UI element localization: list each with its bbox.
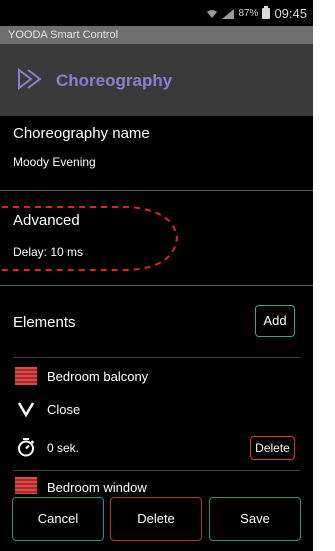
save-button[interactable]: Save: [209, 497, 301, 541]
choreography-name-value[interactable]: Moody Evening: [13, 155, 96, 169]
cancel-button[interactable]: Cancel: [12, 497, 104, 541]
delete-element-button[interactable]: Delete: [250, 436, 295, 460]
page-title: Choreography: [56, 71, 173, 90]
timer-icon: [18, 438, 35, 457]
advanced-label[interactable]: Advanced: [13, 212, 80, 229]
signal-icon: [222, 8, 235, 19]
status-time: 09:45: [274, 6, 307, 21]
app-name-bar: YOODA Smart Control: [0, 26, 313, 44]
add-element-button[interactable]: Add: [255, 305, 295, 337]
element-name[interactable]: Bedroom balcony: [47, 369, 148, 384]
divider: [0, 190, 313, 191]
wifi-icon: [207, 9, 218, 18]
blind-icon: [15, 477, 37, 495]
element-name[interactable]: Bedroom window: [47, 480, 147, 495]
element-delay[interactable]: 0 sek.: [47, 441, 79, 455]
element-action[interactable]: Close: [47, 402, 80, 417]
choreography-icon: [18, 68, 42, 90]
battery-percent: 87%: [238, 8, 259, 19]
chevron-down-icon: [17, 402, 35, 417]
delay-value: Delay: 10 ms: [13, 245, 84, 259]
elements-label: Elements: [13, 314, 76, 331]
battery-icon: [262, 6, 271, 19]
phone-screen: 87% 09:45 YOODA Smart Control Choreograp…: [0, 0, 313, 551]
bottom-action-bar: Cancel Delete Save: [0, 494, 313, 551]
divider: [13, 357, 300, 358]
blind-icon: [15, 367, 37, 385]
divider: [13, 470, 300, 471]
status-bar: 87% 09:45: [0, 0, 313, 26]
title-bar: Choreography: [0, 44, 313, 116]
status-indicators: 87% 09:45: [206, 6, 307, 21]
divider: [0, 285, 313, 286]
choreography-name-label: Choreography name: [13, 125, 150, 142]
delete-button[interactable]: Delete: [110, 497, 202, 541]
